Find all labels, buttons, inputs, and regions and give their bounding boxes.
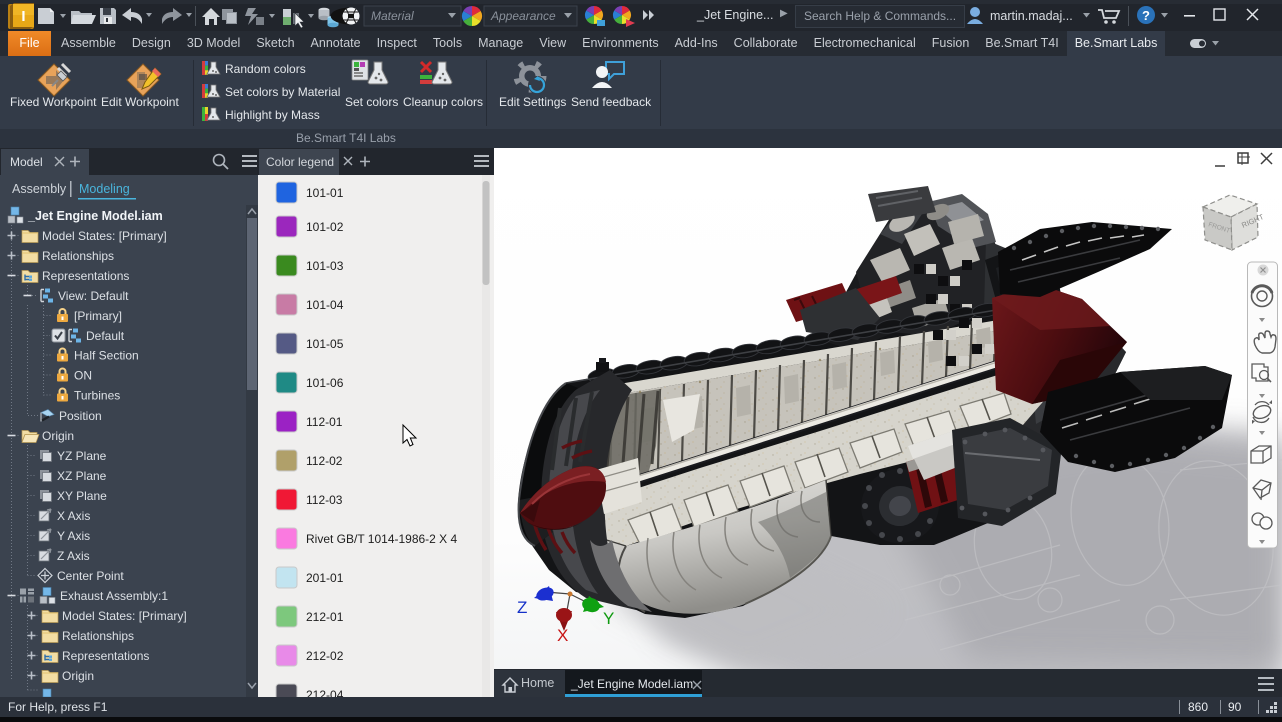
svg-text:Y Axis: Y Axis [57,529,90,543]
svg-text:Material: Material [371,9,414,23]
svg-text:Center Point: Center Point [57,569,124,583]
svg-text:_Jet Engine Model.iam: _Jet Engine Model.iam [27,209,163,223]
svg-text:Send feedback: Send feedback [571,95,652,109]
svg-text:Cleanup colors: Cleanup colors [403,95,483,109]
svg-text:Half Section: Half Section [74,349,139,363]
svg-text:martin.madaj...: martin.madaj... [990,9,1073,23]
svg-text:Assembly: Assembly [12,182,67,196]
svg-text:Highlight by Mass: Highlight by Mass [225,108,320,122]
svg-text:XY Plane: XY Plane [57,489,107,503]
svg-text:Representations: Representations [42,269,129,283]
svg-text:Origin: Origin [62,669,94,683]
svg-text:Z Axis: Z Axis [57,549,90,563]
svg-text:Color legend: Color legend [266,155,334,169]
svg-text:Set colors by Material: Set colors by Material [225,85,340,99]
svg-text:101-05: 101-05 [306,337,344,351]
svg-text:?: ? [1142,8,1150,23]
svg-text:Model States: [Primary]: Model States: [Primary] [42,229,167,243]
svg-text:Model: Model [10,155,43,169]
svg-text:Fixed Workpoint: Fixed Workpoint [10,95,97,109]
svg-text:X: X [557,626,568,645]
svg-text:YZ Plane: YZ Plane [57,449,107,463]
svg-text:Edit Settings: Edit Settings [499,95,566,109]
svg-text:212-02: 212-02 [306,649,344,663]
svg-text:212-04: 212-04 [306,688,344,697]
svg-text:XZ Plane: XZ Plane [57,469,107,483]
svg-text:Exhaust Assembly:1: Exhaust Assembly:1 [60,589,168,603]
svg-text:Position: Position [59,409,102,423]
svg-text:Y: Y [603,609,614,628]
svg-text:Default: Default [86,329,125,343]
svg-text:Representations: Representations [62,649,149,663]
svg-text:Edit Workpoint: Edit Workpoint [101,95,179,109]
svg-text:Set colors: Set colors [345,95,398,109]
svg-text:101-02: 101-02 [306,220,344,234]
svg-text:112-03: 112-03 [306,493,343,507]
svg-text:101-03: 101-03 [306,259,344,273]
svg-text:Random colors: Random colors [225,62,306,76]
svg-text:View: Default: View: Default [58,289,129,303]
svg-text:Model States: [Primary]: Model States: [Primary] [62,609,187,623]
svg-text:Relationships: Relationships [42,249,114,263]
svg-text:101-06: 101-06 [306,376,344,390]
svg-text:Appearance: Appearance [490,9,556,23]
svg-text:112-01: 112-01 [306,415,343,429]
svg-text:X Axis: X Axis [57,509,90,523]
svg-text:Relationships: Relationships [62,629,134,643]
svg-text:Modeling: Modeling [79,182,130,196]
svg-text:Z: Z [517,598,527,617]
svg-text:201-01: 201-01 [306,571,344,585]
svg-text:Rivet GB/T 1014-1986-2 X 4: Rivet GB/T 1014-1986-2 X 4 [306,532,458,546]
svg-text:101-01: 101-01 [306,186,344,200]
svg-text:112-02: 112-02 [306,454,343,468]
svg-text:Origin: Origin [42,429,74,443]
svg-text:ON: ON [74,369,92,383]
svg-text:101-04: 101-04 [306,298,344,312]
svg-text:212-01: 212-01 [306,610,344,624]
svg-text:Turbines: Turbines [74,389,120,403]
svg-text:I: I [21,8,25,25]
svg-text:[Primary]: [Primary] [74,309,122,323]
